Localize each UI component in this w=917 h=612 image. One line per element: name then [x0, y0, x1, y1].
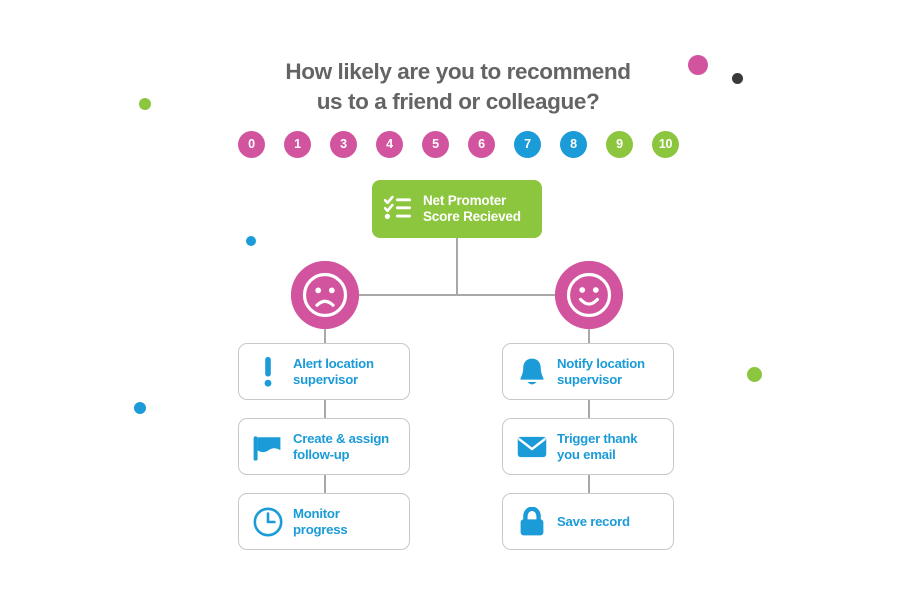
score-dot-5[interactable]: 5 — [422, 131, 449, 158]
connector-horizontal-bar — [325, 294, 589, 296]
action-card-label: Save record — [557, 514, 630, 530]
flag-icon — [253, 431, 283, 463]
lock-icon — [517, 506, 547, 538]
action-card-trigger-thank-you-email[interactable]: Trigger thank you email — [502, 418, 674, 475]
action-card-label-line-2: progress — [293, 521, 348, 537]
connector-node-to-bar — [456, 238, 458, 296]
action-card-label-line-2: supervisor — [557, 371, 622, 387]
page-title-line-1: How likely are you to recommend — [285, 59, 631, 84]
page-title: How likely are you to recommend us to a … — [178, 57, 738, 117]
score-dot-4[interactable]: 4 — [376, 131, 403, 158]
action-card-label-line-1: Save record — [557, 513, 630, 529]
nps-node-label-line-1: Net Promoter — [423, 192, 507, 208]
action-card-label-line-2: you email — [557, 446, 616, 462]
score-dot-1[interactable]: 1 — [284, 131, 311, 158]
action-card-label-line-1: Monitor — [293, 505, 340, 521]
connector-card-2-to-card-3-right — [588, 475, 590, 493]
action-card-label-line-2: supervisor — [293, 371, 358, 387]
action-card-label: Trigger thank you email — [557, 430, 638, 463]
score-dot-10[interactable]: 10 — [652, 131, 679, 158]
nps-node-label: Net Promoter Score Recieved — [423, 193, 521, 226]
score-dot-6[interactable]: 6 — [468, 131, 495, 158]
nps-node-label-line-2: Score Recieved — [423, 209, 521, 224]
connector-happy-to-card-1 — [588, 329, 590, 344]
action-card-label-line-1: Notify location — [557, 355, 645, 371]
sad-face-node[interactable] — [291, 261, 359, 329]
score-dot-9[interactable]: 9 — [606, 131, 633, 158]
envelope-icon — [517, 431, 547, 463]
nps-score-scale: 0 1 3 4 5 6 7 8 9 10 — [238, 131, 682, 159]
action-card-save-record[interactable]: Save record — [502, 493, 674, 550]
score-dot-8[interactable]: 8 — [560, 131, 587, 158]
exclamation-icon — [253, 356, 283, 388]
score-dot-7[interactable]: 7 — [514, 131, 541, 158]
connector-card-2-to-card-3 — [324, 475, 326, 493]
checklist-icon — [383, 194, 412, 225]
action-card-monitor-progress[interactable]: Monitor progress — [238, 493, 410, 550]
action-card-label: Monitor progress — [293, 505, 348, 538]
action-card-alert-location-supervisor[interactable]: Alert location supervisor — [238, 343, 410, 400]
score-dot-3[interactable]: 3 — [330, 131, 357, 158]
action-card-label: Notify location supervisor — [557, 356, 645, 388]
deco-dot-green-mid-right — [747, 367, 762, 382]
action-card-label: Alert location supervisor — [293, 356, 374, 388]
happy-face-node[interactable] — [555, 261, 623, 329]
sad-face-icon — [291, 261, 359, 329]
nps-workflow-diagram: How likely are you to recommend us to a … — [0, 0, 917, 612]
action-card-label-line-1: Trigger thank — [557, 430, 638, 446]
bell-icon — [517, 356, 547, 388]
action-card-label: Create & assign follow-up — [293, 431, 389, 463]
action-card-create-assign-follow-up[interactable]: Create & assign follow-up — [238, 418, 410, 475]
score-dot-0[interactable]: 0 — [238, 131, 265, 158]
page-title-line-2: us to a friend or colleague? — [316, 89, 600, 114]
clock-icon — [253, 506, 283, 538]
nps-score-received-node[interactable]: Net Promoter Score Recieved — [372, 180, 542, 238]
action-card-label-line-2: follow-up — [293, 446, 350, 462]
action-card-label-line-1: Create & assign — [293, 430, 389, 446]
deco-dot-blue-mid-left — [246, 236, 256, 246]
connector-card-1-to-card-2-right — [588, 400, 590, 418]
deco-dot-blue-low-left — [134, 402, 146, 414]
connector-card-1-to-card-2 — [324, 400, 326, 418]
action-card-label-line-1: Alert location — [293, 355, 374, 371]
action-card-notify-location-supervisor[interactable]: Notify location supervisor — [502, 343, 674, 400]
deco-dot-green-top-left — [139, 98, 151, 110]
connector-sad-to-card-1 — [324, 329, 326, 344]
happy-face-icon — [555, 261, 623, 329]
